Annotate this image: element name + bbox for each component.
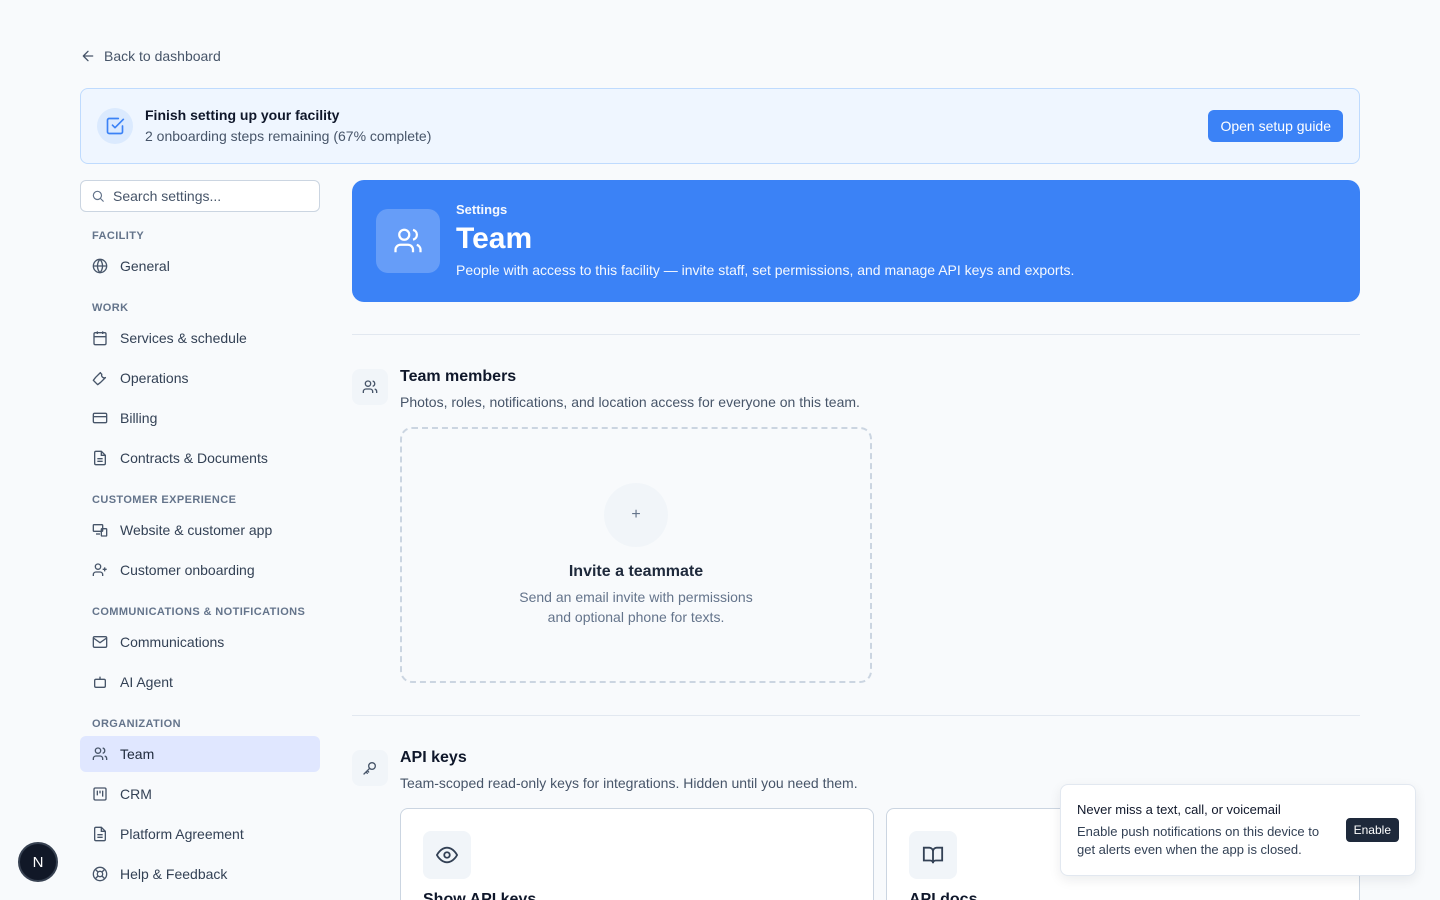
setup-banner: Finish setting up your facility 2 onboar… [80,88,1360,164]
section-title: Team members [400,368,517,385]
sidebar-item-ai-agent[interactable]: AI Agent [80,664,320,700]
search-settings-input[interactable] [113,188,293,204]
invite-subtitle: Send an email invite with permissions an… [519,589,753,625]
sidebar-item-label: Communications [120,634,225,650]
globe-icon [92,258,108,274]
toast-body: Enable push notifications on this device… [1077,824,1320,857]
back-to-dashboard-link[interactable]: Back to dashboard [80,44,221,68]
devices-icon [92,522,108,538]
sidebar-item-platform-agreement[interactable]: Platform Agreement [80,816,320,852]
setup-progress-text: 2 onboarding steps remaining (67% comple… [145,128,432,144]
page-subtitle: People with access to this facility — in… [456,262,1075,278]
settings-sidebar: FACILITY General WORK Services & schedul… [80,180,320,892]
nav-section-communications: COMMUNICATIONS & NOTIFICATIONS [92,606,306,618]
document-icon [92,826,108,842]
sidebar-item-crm[interactable]: CRM [80,776,320,812]
section-title: API keys [400,749,467,766]
hero-eyebrow: Settings [456,202,508,217]
sidebar-item-contracts-documents[interactable]: Contracts & Documents [80,440,320,476]
section-divider [352,334,1360,335]
plus-icon: + [604,483,668,547]
book-icon [909,831,957,879]
users-icon [376,209,440,273]
mail-icon [92,634,108,650]
invite-teammate-card[interactable]: + Invite a teammate Send an email invite… [400,427,872,683]
section-subtitle: Team-scoped read-only keys for integrati… [400,775,858,791]
sidebar-item-label: General [120,258,170,274]
sidebar-item-label: Platform Agreement [120,826,244,842]
sidebar-item-label: Help & Feedback [120,866,228,882]
users-icon [352,369,388,405]
sidebar-item-general[interactable]: General [80,248,320,284]
sidebar-item-label: Operations [120,370,189,386]
open-setup-guide-button[interactable]: Open setup guide [1208,110,1343,142]
push-notification-toast: Never miss a text, call, or voicemail En… [1060,784,1416,876]
show-api-keys-card[interactable]: Show API keys [400,808,874,900]
setup-title: Finish setting up your facility [145,107,340,123]
key-icon [352,750,388,786]
sidebar-item-label: Services & schedule [120,330,247,346]
sidebar-item-team[interactable]: Team [80,736,320,772]
sidebar-item-billing[interactable]: Billing [80,400,320,436]
sidebar-item-customer-onboarding[interactable]: Customer onboarding [80,552,320,588]
sidebar-item-help-feedback[interactable]: Help & Feedback [80,856,320,892]
section-subtitle: Photos, roles, notifications, and locati… [400,394,860,410]
card-title: API docs [909,891,978,900]
credit-card-icon [92,410,108,426]
sidebar-item-operations[interactable]: Operations [80,360,320,396]
search-settings-box [80,180,320,212]
search-icon [91,189,105,203]
sidebar-item-label: AI Agent [120,674,173,690]
kanban-icon [92,786,108,802]
sidebar-item-communications[interactable]: Communications [80,624,320,660]
api-keys-header: API keys Team-scoped read-only keys for … [352,749,858,794]
sidebar-item-services-schedule[interactable]: Services & schedule [80,320,320,356]
wrench-icon [92,370,108,386]
user-plus-icon [92,562,108,578]
nav-section-customer-experience: CUSTOMER EXPERIENCE [92,494,237,506]
sidebar-item-label: Team [120,746,155,762]
document-icon [92,450,108,466]
team-members-header: Team members Photos, roles, notification… [352,368,860,413]
dev-tools-badge[interactable]: N [18,842,58,882]
sidebar-item-label: Customer onboarding [120,562,255,578]
users-icon [92,746,108,762]
settings-hero: Settings Team People with access to this… [352,180,1360,302]
toast-title: Never miss a text, call, or voicemail [1077,802,1281,817]
bot-icon [92,674,108,690]
invite-title: Invite a teammate [568,563,704,580]
nav-section-work: WORK [92,302,129,314]
sidebar-item-label: Billing [120,410,158,426]
checkbox-icon [97,108,133,144]
card-title: Show API keys [423,891,537,900]
calendar-icon [92,330,108,346]
back-link-label: Back to dashboard [104,48,221,64]
lifebuoy-icon [92,866,108,882]
sidebar-item-label: Website & customer app [120,522,273,538]
arrow-left-icon [80,48,96,64]
eye-icon [423,831,471,879]
nav-section-organization: ORGANIZATION [92,718,181,730]
nav-section-facility: FACILITY [92,230,145,242]
sidebar-item-label: CRM [120,786,152,802]
page-title: Team [456,222,533,255]
section-divider [352,715,1360,716]
sidebar-item-website-customer-app[interactable]: Website & customer app [80,512,320,548]
enable-notifications-button[interactable]: Enable [1345,818,1399,842]
sidebar-item-label: Contracts & Documents [120,450,268,466]
